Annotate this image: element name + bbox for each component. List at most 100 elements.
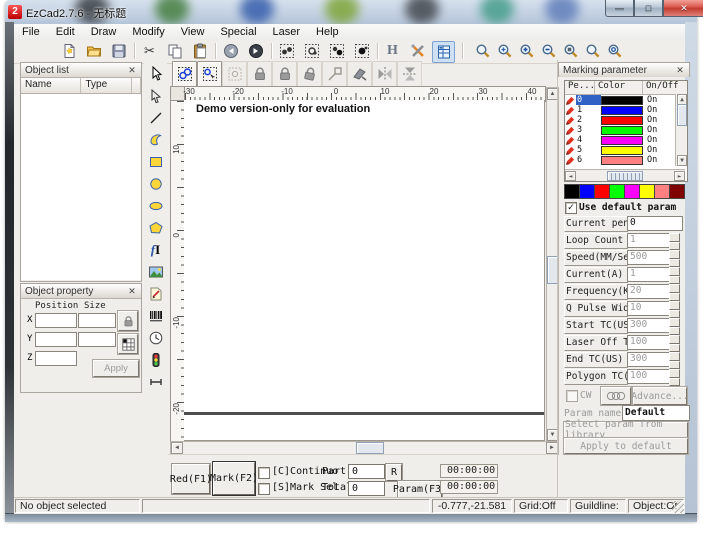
position-z-field[interactable] [35, 351, 77, 366]
spin-up[interactable] [669, 335, 680, 344]
palette-swatch[interactable] [669, 184, 685, 199]
polygon-tool[interactable] [144, 217, 167, 238]
mirror-horizontal-button[interactable] [372, 61, 397, 87]
spin-down[interactable] [669, 343, 680, 352]
object-list-titlebar[interactable]: Object list ✕ [21, 63, 141, 78]
vscroll-thumb[interactable] [677, 104, 687, 126]
text-tool[interactable]: fI [144, 239, 167, 260]
spin-up[interactable] [669, 250, 680, 259]
cw-checkbox[interactable] [566, 390, 578, 402]
spin-up[interactable] [669, 318, 680, 327]
hscroll-thumb[interactable] [607, 171, 643, 181]
spinner[interactable] [669, 301, 680, 318]
current-field[interactable]: 1 [627, 267, 672, 282]
spinner[interactable] [669, 267, 680, 284]
snap-objects-button[interactable] [172, 61, 197, 87]
select-tool[interactable] [144, 63, 167, 84]
drawing-canvas[interactable] [184, 100, 545, 441]
column-name[interactable]: Name [21, 78, 82, 93]
mark-preview-button-4[interactable] [351, 41, 372, 61]
spin-down[interactable] [669, 275, 680, 284]
apply-to-default-button[interactable]: Apply to default [564, 438, 688, 454]
spin-down[interactable] [669, 258, 680, 267]
scroll-left-icon[interactable]: ◄ [565, 171, 576, 181]
size-x-field[interactable] [78, 313, 116, 328]
position-y-field[interactable] [35, 332, 77, 347]
lock-x-button[interactable] [247, 61, 272, 87]
spin-up[interactable] [669, 233, 680, 242]
maximize-button[interactable]: □ [634, 0, 663, 17]
end-tc-field[interactable]: 300 [627, 352, 672, 367]
position-x-field[interactable] [35, 313, 77, 328]
close-panel-icon[interactable]: ✕ [127, 65, 137, 76]
spinner[interactable] [669, 250, 680, 267]
current-pen-field[interactable]: 0 [627, 216, 683, 231]
frequency-field[interactable]: 20 [627, 284, 672, 299]
palette-swatch[interactable] [654, 184, 670, 199]
ellipse-tool[interactable] [144, 195, 167, 216]
column-onoff[interactable]: On/Off [643, 81, 687, 94]
node-edit-tool[interactable] [144, 85, 167, 106]
mark-preview-button-3[interactable] [326, 41, 347, 61]
minimize-button[interactable]: — [605, 0, 634, 17]
fill-button[interactable] [347, 61, 372, 87]
save-button[interactable] [108, 41, 129, 61]
status-grid-toggle[interactable]: Grid:Off [514, 499, 568, 513]
cut-button[interactable]: ✂ [139, 41, 160, 61]
continuous-checkbox[interactable] [258, 467, 270, 479]
pen-row[interactable]: 0 On [565, 95, 687, 105]
array-button[interactable] [118, 334, 138, 354]
zoom-all-button[interactable] [560, 41, 581, 61]
pen-table-vscrollbar[interactable]: ▲ ▼ [675, 94, 687, 166]
spin-down[interactable] [669, 292, 680, 301]
zoom-selected-button[interactable] [604, 41, 625, 61]
barcode-tool[interactable] [144, 305, 167, 326]
spinner[interactable] [669, 369, 680, 386]
pen-row[interactable]: 4 On [565, 135, 687, 145]
apply-button[interactable]: Apply [93, 360, 139, 377]
io-control-tool[interactable] [144, 349, 167, 370]
column-color[interactable]: Color [595, 81, 643, 94]
size-y-field[interactable] [78, 332, 116, 347]
reset-part-button[interactable]: R [386, 464, 402, 481]
mark-f2-button[interactable]: Mark(F2) [210, 461, 258, 496]
menu-edit[interactable]: Edit [48, 26, 83, 38]
zoom-out-button[interactable] [538, 41, 559, 61]
pen-row[interactable]: 1 On [565, 105, 687, 115]
pen-row[interactable]: 3 On [565, 125, 687, 135]
param-f3-button[interactable]: Param(F3) [393, 481, 447, 498]
palette-swatch[interactable] [639, 184, 655, 199]
spin-down[interactable] [669, 326, 680, 335]
back-button[interactable] [220, 41, 241, 61]
loop-count-field[interactable]: 1 [627, 233, 672, 248]
menu-file[interactable]: File [14, 26, 48, 38]
spin-up[interactable] [669, 352, 680, 361]
menu-laser[interactable]: Laser [265, 26, 309, 38]
scroll-down-icon[interactable]: ▼ [677, 155, 687, 166]
scroll-left-icon[interactable]: ◄ [171, 442, 183, 454]
close-panel-icon[interactable]: ✕ [127, 286, 137, 297]
vector-file-tool[interactable] [144, 283, 167, 304]
pen-table-hscrollbar[interactable]: ◄ ► [565, 169, 685, 181]
scroll-right-icon[interactable]: ► [674, 171, 685, 181]
spinner[interactable] [669, 352, 680, 369]
spin-down[interactable] [669, 309, 680, 318]
spin-down[interactable] [669, 377, 680, 386]
spin-up[interactable] [669, 369, 680, 378]
param-table-button[interactable] [432, 41, 455, 63]
palette-swatch[interactable] [594, 184, 610, 199]
spin-down[interactable] [669, 360, 680, 369]
mark-selected-checkbox[interactable] [258, 483, 270, 495]
menu-view[interactable]: View [173, 26, 213, 38]
pen-row[interactable]: 5 On [565, 145, 687, 155]
zoom-cursor-button[interactable] [472, 41, 493, 61]
zoom-object-button[interactable] [582, 41, 603, 61]
marking-panel-titlebar[interactable]: Marking parameter ✕ [558, 62, 690, 77]
spin-up[interactable] [669, 301, 680, 310]
spin-down[interactable] [669, 241, 680, 250]
pen-row[interactable]: 6 On [565, 155, 687, 165]
part-count-field[interactable]: 0 [348, 464, 385, 479]
use-default-checkbox[interactable]: ✓ [565, 202, 577, 214]
close-panel-icon[interactable]: ✕ [675, 65, 685, 76]
close-button[interactable]: ✕ [663, 0, 703, 17]
